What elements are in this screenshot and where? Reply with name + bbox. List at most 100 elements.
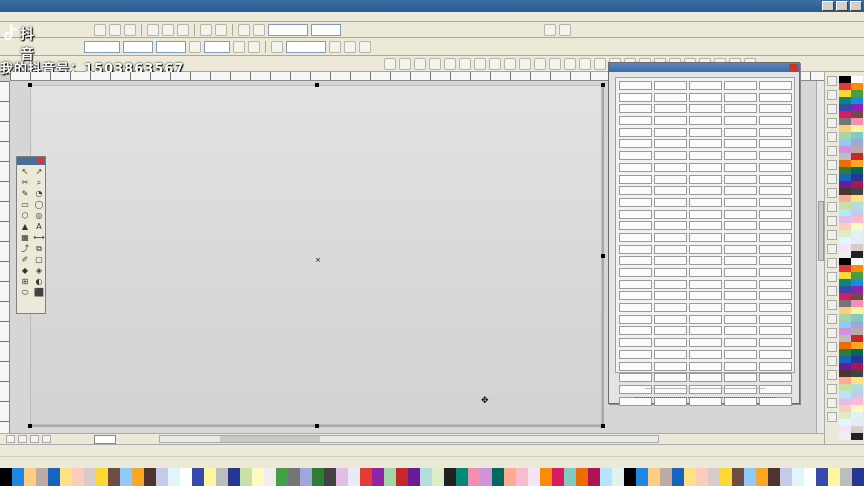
plugin-function-button[interactable] — [689, 361, 722, 371]
selection-handle[interactable] — [601, 424, 605, 428]
vertical-scrollbar[interactable] — [816, 81, 824, 433]
plugin-function-button[interactable] — [724, 279, 757, 289]
plugin-function-button[interactable] — [759, 338, 792, 348]
color-swatch[interactable] — [839, 342, 851, 349]
eyedropper-icon[interactable]: ✐ — [19, 255, 31, 265]
plugin-function-button[interactable] — [689, 338, 722, 348]
color-swatch[interactable] — [839, 356, 851, 363]
selection-handle[interactable] — [315, 424, 319, 428]
docker-tab[interactable] — [827, 398, 837, 408]
color-swatch[interactable] — [839, 209, 851, 216]
plugin-function-button[interactable] — [724, 174, 757, 184]
plugin-function-button[interactable] — [619, 338, 652, 348]
plugin-function-button[interactable] — [689, 162, 722, 172]
plugin-function-button[interactable] — [759, 209, 792, 219]
menu-item[interactable] — [42, 12, 56, 21]
color-swatch[interactable] — [839, 328, 851, 335]
plugin-function-button[interactable] — [724, 139, 757, 149]
plugin-function-button[interactable] — [619, 151, 652, 161]
plugin-function-button[interactable] — [654, 186, 687, 196]
selection-handle[interactable] — [28, 83, 32, 87]
color-swatch[interactable] — [851, 272, 863, 279]
color-swatch[interactable] — [851, 174, 863, 181]
plugin-function-button[interactable] — [724, 291, 757, 301]
plugin-function-button[interactable] — [654, 361, 687, 371]
color-swatch[interactable] — [851, 279, 863, 286]
plugin-function-button[interactable] — [654, 127, 687, 137]
open-button[interactable] — [109, 23, 121, 36]
color-swatch[interactable] — [839, 419, 851, 426]
color-swatch[interactable] — [851, 230, 863, 237]
plugin-function-button[interactable] — [654, 291, 687, 301]
plugin-function-button[interactable] — [724, 116, 757, 126]
rectangle-tool-icon[interactable]: ▭ — [19, 200, 31, 210]
color-swatch[interactable] — [839, 405, 851, 412]
color-swatch[interactable] — [851, 405, 863, 412]
plugin-function-button[interactable] — [619, 209, 652, 219]
plugin-function-button[interactable] — [619, 244, 652, 254]
color-swatch[interactable] — [839, 272, 851, 279]
color-swatch[interactable] — [851, 258, 863, 265]
previous-page-button[interactable] — [18, 435, 27, 443]
plugin-function-button[interactable] — [759, 104, 792, 114]
smart-fill-icon[interactable]: ◔ — [33, 189, 45, 199]
convert-to-curves-button[interactable] — [359, 40, 371, 53]
color-swatch[interactable] — [839, 300, 851, 307]
color-swatch[interactable] — [851, 111, 863, 118]
plugin-function-button[interactable] — [654, 326, 687, 336]
plugin-function-button[interactable] — [654, 314, 687, 324]
docker-tab[interactable] — [827, 384, 837, 394]
plugin-function-button[interactable] — [619, 174, 652, 184]
plugin-function-button[interactable] — [689, 209, 722, 219]
color-swatch[interactable] — [839, 293, 851, 300]
docker-tab[interactable] — [827, 188, 837, 198]
plugin-button[interactable] — [564, 57, 576, 70]
plugin-function-button[interactable] — [724, 81, 757, 90]
plugin-function-button[interactable] — [724, 221, 757, 231]
plugin-button[interactable] — [399, 57, 411, 70]
zoom-tool-icon[interactable]: ⌕ — [33, 178, 45, 188]
dimension-tool-icon[interactable]: ⟷ — [33, 233, 45, 243]
basic-shapes-icon[interactable]: ▲ — [19, 222, 31, 232]
plugin-function-button[interactable] — [654, 151, 687, 161]
menu-item[interactable] — [14, 12, 28, 21]
menu-item[interactable] — [294, 12, 308, 21]
color-swatch[interactable] — [839, 132, 851, 139]
plugin-function-button[interactable] — [619, 303, 652, 313]
plugin-function-button[interactable] — [759, 244, 792, 254]
color-swatch[interactable] — [851, 377, 863, 384]
plugin-function-button[interactable] — [689, 326, 722, 336]
color-swatch[interactable] — [851, 104, 863, 111]
plugin-button[interactable] — [489, 57, 501, 70]
color-swatch[interactable] — [839, 237, 851, 244]
plugin-function-button[interactable] — [654, 232, 687, 242]
color-swatch[interactable] — [839, 370, 851, 377]
plugin-function-button[interactable] — [759, 116, 792, 126]
lock-ratio-button[interactable] — [189, 40, 201, 53]
plugin-function-button[interactable] — [759, 197, 792, 207]
color-swatch[interactable] — [839, 314, 851, 321]
color-swatch[interactable] — [851, 181, 863, 188]
color-swatch[interactable] — [839, 83, 851, 90]
options-button[interactable] — [544, 23, 556, 36]
color-swatch[interactable] — [839, 104, 851, 111]
plugin-function-button[interactable] — [689, 151, 722, 161]
color-swatch[interactable] — [851, 293, 863, 300]
new-document-button[interactable] — [94, 23, 106, 36]
scrollbar-thumb[interactable] — [220, 436, 320, 442]
outline-width-field[interactable] — [286, 40, 326, 53]
plugin-function-button[interactable] — [759, 326, 792, 336]
plugin-function-button[interactable] — [619, 326, 652, 336]
menu-item[interactable] — [98, 12, 112, 21]
outline-tool-icon[interactable]: ▢ — [33, 255, 45, 265]
plugin-function-button[interactable] — [759, 268, 792, 277]
plugin-function-button[interactable] — [654, 139, 687, 149]
color-swatch[interactable] — [839, 398, 851, 405]
plugin-function-button[interactable] — [654, 244, 687, 254]
color-swatch[interactable] — [851, 76, 863, 83]
plugin-function-button[interactable] — [724, 314, 757, 324]
plugin-function-button[interactable] — [654, 338, 687, 348]
color-swatch[interactable] — [851, 195, 863, 202]
color-swatch[interactable] — [839, 335, 851, 342]
mesh-fill-icon[interactable]: ⊞ — [19, 277, 31, 287]
